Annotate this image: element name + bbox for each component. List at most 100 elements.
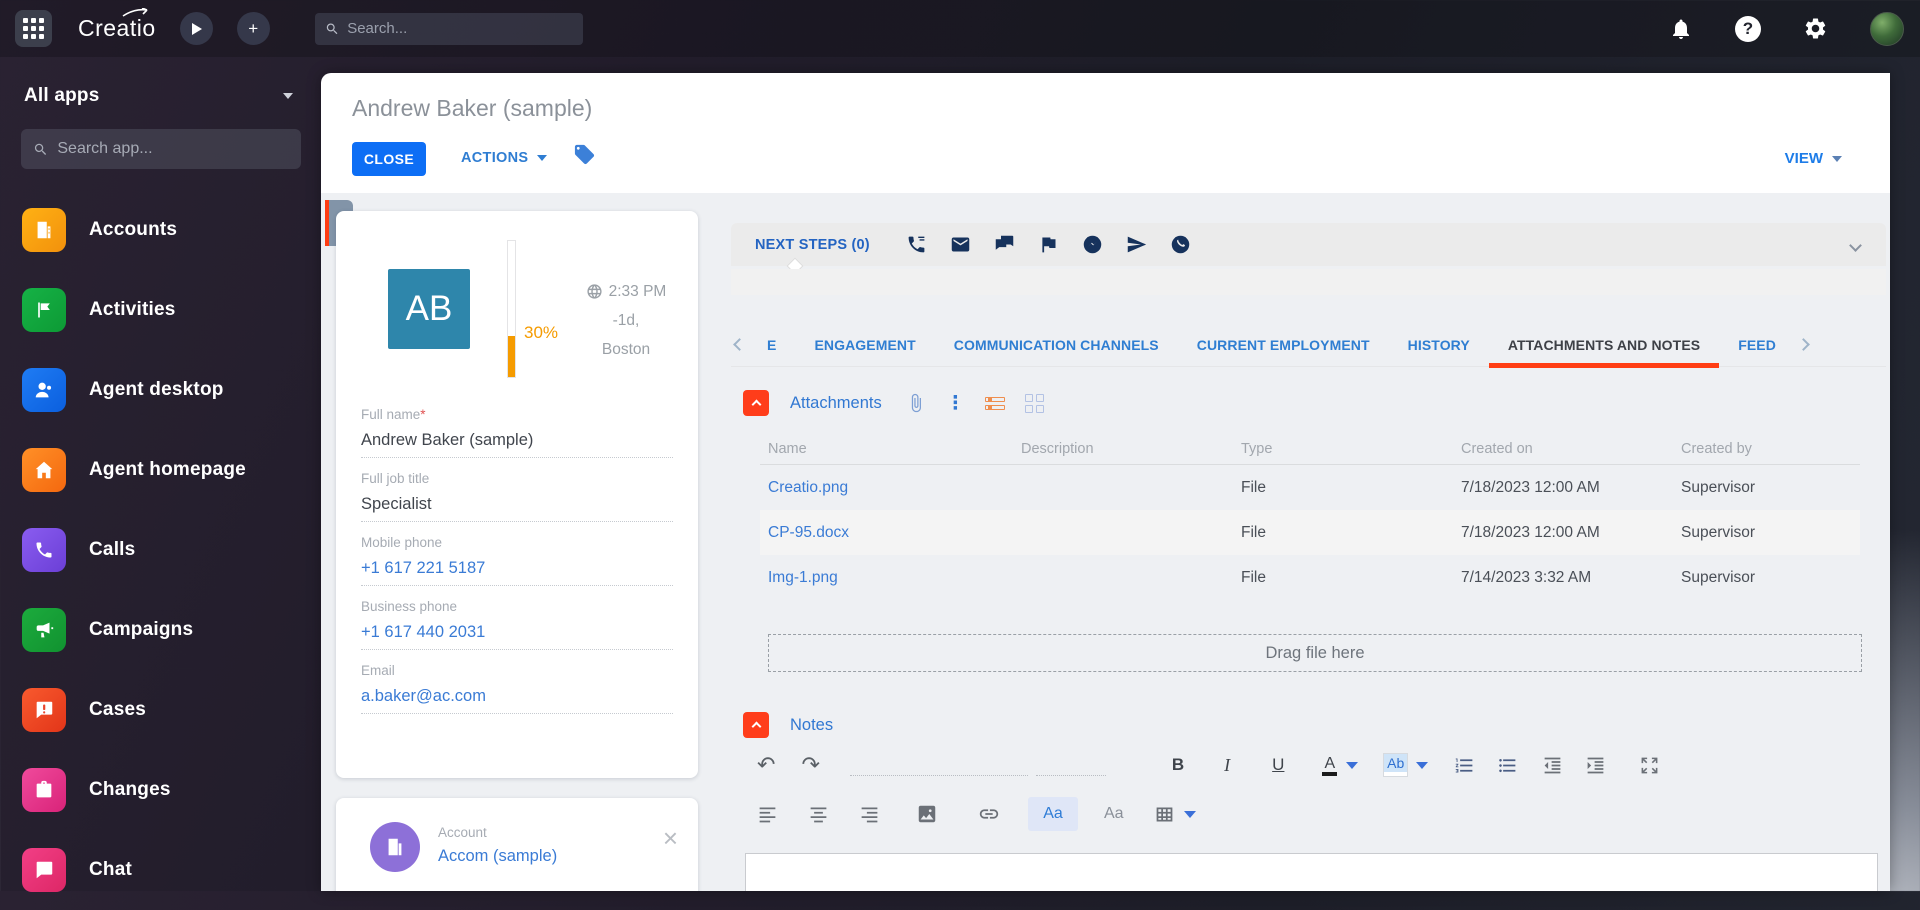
call-icon[interactable] bbox=[906, 234, 927, 255]
notifications-bell-icon[interactable] bbox=[1669, 17, 1693, 41]
list-view-icon[interactable] bbox=[985, 397, 1005, 410]
indent-icon[interactable] bbox=[1585, 755, 1606, 776]
table-row[interactable]: Creatio.png File 7/18/2023 12:00 AM Supe… bbox=[760, 465, 1860, 510]
column-created-on[interactable]: Created on bbox=[1453, 441, 1673, 457]
table-row[interactable]: Img-1.png File 7/14/2023 3:32 AM Supervi… bbox=[760, 555, 1860, 600]
insert-table-icon[interactable] bbox=[1154, 804, 1175, 825]
whatsapp-icon[interactable] bbox=[1170, 234, 1191, 255]
outdent-icon[interactable] bbox=[1542, 755, 1563, 776]
align-right-icon[interactable] bbox=[859, 804, 880, 825]
phone-link[interactable]: +1 617 440 2031 bbox=[361, 623, 673, 642]
column-description[interactable]: Description bbox=[1013, 441, 1233, 457]
bold-button[interactable]: B bbox=[1172, 755, 1184, 775]
tabs-scroll-left-icon[interactable] bbox=[731, 336, 748, 354]
letter-case-button[interactable]: Aa bbox=[1104, 805, 1124, 823]
attachments-title[interactable]: Attachments bbox=[790, 394, 882, 413]
sidebar-item-campaigns[interactable]: Campaigns bbox=[0, 590, 321, 670]
close-icon[interactable]: × bbox=[663, 828, 678, 848]
column-created-by[interactable]: Created by bbox=[1673, 441, 1860, 457]
global-search-input[interactable] bbox=[347, 20, 572, 37]
close-button[interactable]: CLOSE bbox=[352, 142, 426, 176]
completeness-indicator[interactable] bbox=[507, 240, 516, 378]
sidebar-item-activities[interactable]: Activities bbox=[0, 270, 321, 350]
global-search[interactable] bbox=[315, 13, 583, 45]
undo-icon[interactable]: ↶ bbox=[757, 753, 775, 778]
sidebar-item-agent-desktop[interactable]: Agent desktop bbox=[0, 350, 321, 430]
task-chat-icon[interactable] bbox=[994, 234, 1015, 255]
field-full-name[interactable]: Full name* Andrew Baker (sample) bbox=[361, 407, 673, 458]
sidebar-item-calls[interactable]: Calls bbox=[0, 510, 321, 590]
align-center-icon[interactable] bbox=[808, 804, 829, 825]
tab-profile[interactable]: E bbox=[748, 324, 795, 367]
column-type[interactable]: Type bbox=[1233, 441, 1453, 457]
contact-photo[interactable]: AB bbox=[388, 269, 470, 349]
attach-file-icon[interactable] bbox=[906, 393, 926, 413]
file-link[interactable]: Img-1.png bbox=[760, 569, 1013, 587]
font-color-caret-icon[interactable] bbox=[1346, 762, 1358, 769]
field-job-title[interactable]: Full job title Specialist bbox=[361, 471, 673, 522]
field-business-phone[interactable]: Business phone +1 617 440 2031 bbox=[361, 599, 673, 650]
redo-icon[interactable]: ↷ bbox=[801, 753, 819, 778]
help-icon[interactable]: ? bbox=[1735, 16, 1761, 42]
tile-view-icon[interactable] bbox=[1025, 394, 1044, 413]
tag-icon[interactable] bbox=[573, 143, 596, 171]
font-color-button[interactable]: A bbox=[1322, 755, 1337, 776]
font-size-select[interactable] bbox=[1036, 754, 1106, 776]
file-dropzone[interactable]: Drag file here bbox=[768, 634, 1862, 672]
insert-image-icon[interactable] bbox=[916, 803, 938, 825]
tab-engagement[interactable]: ENGAGEMENT bbox=[795, 324, 934, 367]
tab-current-employment[interactable]: CURRENT EMPLOYMENT bbox=[1178, 324, 1389, 367]
numbered-list-icon[interactable] bbox=[1454, 755, 1475, 776]
sidebar-item-cases[interactable]: Cases bbox=[0, 670, 321, 750]
account-link[interactable]: Accom (sample) bbox=[438, 847, 557, 866]
underline-button[interactable]: U bbox=[1272, 755, 1284, 775]
column-name[interactable]: Name bbox=[760, 441, 1013, 457]
bulleted-list-icon[interactable] bbox=[1497, 755, 1518, 776]
app-launcher-icon[interactable] bbox=[15, 10, 52, 47]
workspace-selector[interactable]: All apps bbox=[0, 85, 321, 107]
sidebar-item-accounts[interactable]: Accounts bbox=[0, 190, 321, 270]
field-mobile-phone[interactable]: Mobile phone +1 617 221 5187 bbox=[361, 535, 673, 586]
highlight-caret-icon[interactable] bbox=[1416, 762, 1428, 769]
notes-editor-area[interactable] bbox=[745, 853, 1878, 891]
file-link[interactable]: Creatio.png bbox=[760, 479, 1013, 497]
insert-link-icon[interactable] bbox=[978, 803, 1000, 825]
telegram-icon[interactable] bbox=[1126, 234, 1147, 255]
notes-title[interactable]: Notes bbox=[790, 716, 833, 735]
collapse-section-icon[interactable] bbox=[743, 712, 769, 738]
collapse-next-steps-icon[interactable] bbox=[1851, 237, 1860, 255]
tab-attachments-and-notes[interactable]: ATTACHMENTS AND NOTES bbox=[1489, 324, 1719, 367]
tab-communication-channels[interactable]: COMMUNICATION CHANNELS bbox=[935, 324, 1178, 367]
tab-history[interactable]: HISTORY bbox=[1389, 324, 1489, 367]
add-new-button[interactable]: + bbox=[237, 12, 270, 45]
collapse-section-icon[interactable] bbox=[743, 390, 769, 416]
table-row[interactable]: CP-95.docx File 7/18/2023 12:00 AM Super… bbox=[760, 510, 1860, 555]
sidebar-item-chat[interactable]: Chat bbox=[0, 830, 321, 910]
run-process-button[interactable] bbox=[180, 12, 213, 45]
field-value[interactable]: Andrew Baker (sample) bbox=[361, 431, 673, 450]
phone-link[interactable]: +1 617 221 5187 bbox=[361, 559, 673, 578]
tabs-scroll-right-icon[interactable] bbox=[1795, 336, 1812, 354]
field-value[interactable]: Specialist bbox=[361, 495, 673, 514]
app-search[interactable] bbox=[21, 129, 301, 169]
italic-button[interactable]: I bbox=[1224, 755, 1230, 776]
app-search-input[interactable] bbox=[57, 140, 289, 158]
marketplace-icon[interactable] bbox=[1604, 17, 1627, 40]
settings-gear-icon[interactable] bbox=[1803, 16, 1828, 41]
view-dropdown[interactable]: VIEW bbox=[1785, 150, 1842, 167]
email-icon[interactable] bbox=[950, 234, 971, 255]
tab-feed[interactable]: FEED bbox=[1719, 324, 1795, 367]
font-family-select[interactable] bbox=[850, 754, 1028, 776]
sidebar-item-changes[interactable]: Changes bbox=[0, 750, 321, 830]
fullscreen-icon[interactable] bbox=[1640, 756, 1659, 775]
messenger-icon[interactable] bbox=[1082, 234, 1103, 255]
letter-case-active-button[interactable]: Aa bbox=[1028, 797, 1078, 831]
flag-icon[interactable] bbox=[1038, 234, 1059, 255]
table-caret-icon[interactable] bbox=[1184, 811, 1196, 818]
email-link[interactable]: a.baker@ac.com bbox=[361, 687, 673, 706]
highlight-button[interactable]: Ab bbox=[1384, 754, 1407, 776]
actions-dropdown[interactable]: ACTIONS bbox=[461, 150, 547, 166]
align-left-icon[interactable] bbox=[757, 804, 778, 825]
user-avatar[interactable] bbox=[1870, 12, 1904, 46]
more-menu-icon[interactable]: ⋮ bbox=[946, 392, 965, 415]
